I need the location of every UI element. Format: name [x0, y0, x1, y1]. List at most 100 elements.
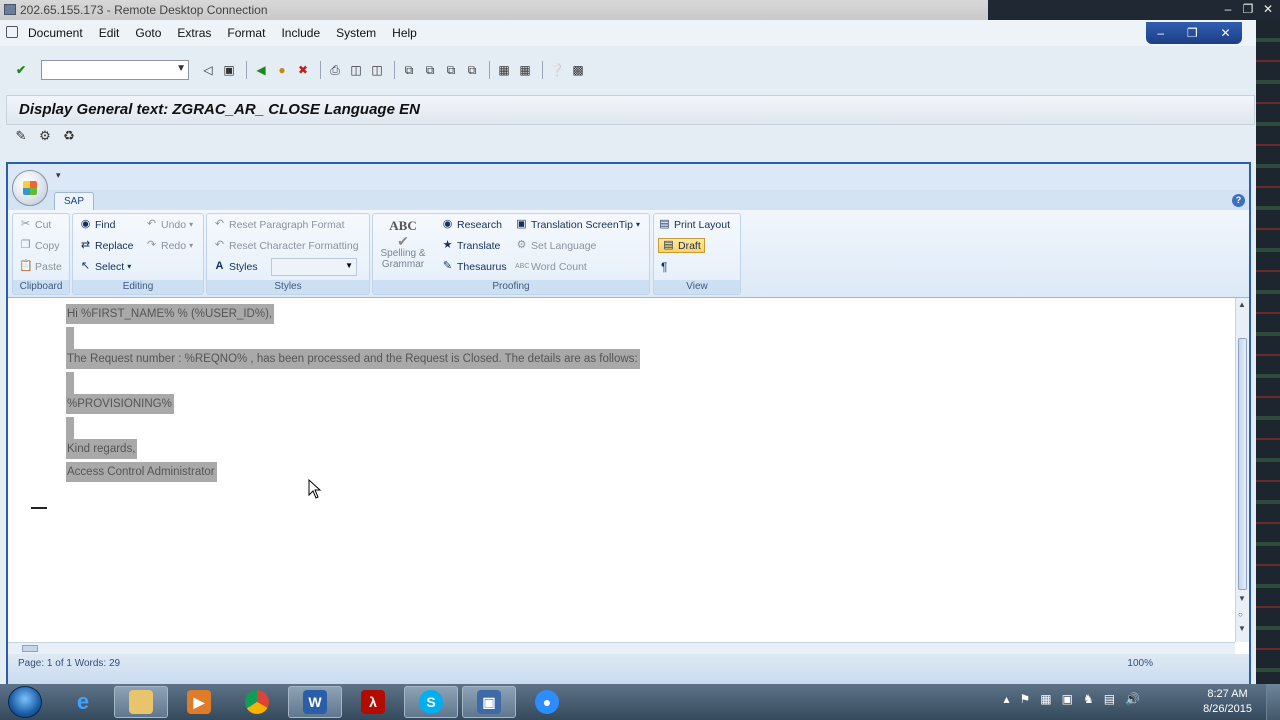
taskbar-explorer[interactable] [114, 686, 168, 718]
first-page-icon[interactable]: ⧉ [400, 61, 418, 79]
menu-document[interactable]: Document [28, 26, 83, 40]
draft-label: Draft [678, 239, 701, 252]
usb-icon[interactable]: ♞ [1083, 692, 1094, 706]
translate-button[interactable]: ★ Translate [441, 239, 501, 252]
office-button-icon[interactable] [12, 170, 48, 206]
redo-button[interactable]: ↷ Redo ▾ [145, 239, 193, 252]
taskbar-clock[interactable]: 8:27 AM 8/26/2015 [1203, 687, 1252, 717]
draft-button[interactable]: ▤ Draft [658, 238, 705, 253]
sap-restore-icon[interactable]: ❐ [1187, 26, 1198, 40]
document-line[interactable]: The Request number : %REQNO% , has been … [66, 349, 640, 369]
start-button-icon[interactable] [8, 686, 42, 718]
chevron-down-icon[interactable]: ▼ [176, 63, 186, 74]
set-language-button[interactable]: ⚙ Set Language [515, 239, 597, 252]
show-desktop-button[interactable] [1266, 684, 1280, 720]
exit-icon[interactable]: ● [273, 61, 291, 79]
document-line[interactable]: %PROVISIONING% [66, 394, 174, 414]
find-next-icon[interactable]: ◫ [368, 61, 386, 79]
copy-button[interactable]: ❐ Copy [19, 239, 60, 252]
spelling-abc-icon: ABC [389, 218, 417, 233]
taskbar-ie[interactable]: e [56, 686, 110, 718]
translation-screentip-button[interactable]: ▣ Translation ScreenTip ▾ [515, 218, 640, 231]
find-icon[interactable]: ◫ [347, 61, 365, 79]
edit-pencil-icon[interactable]: ✎ [12, 128, 30, 146]
enter-check-icon[interactable]: ✔ [12, 61, 30, 79]
display-change-icon[interactable]: ⚙ [36, 128, 54, 146]
rdp-restore-icon[interactable]: ❐ [1240, 1, 1256, 17]
taskbar-chrome[interactable] [230, 686, 284, 718]
back-green-icon[interactable]: ◀ [252, 61, 270, 79]
tab-sap[interactable]: SAP [54, 192, 94, 212]
reset-character-button[interactable]: ↶ Reset Character Formatting [213, 239, 359, 252]
menu-system[interactable]: System [336, 26, 376, 40]
windows-icon[interactable]: ▦ [1040, 692, 1051, 706]
horizontal-scrollbar[interactable] [8, 642, 1235, 654]
thesaurus-button[interactable]: ✎ Thesaurus [441, 260, 507, 273]
previous-page-icon[interactable]: ⧉ [421, 61, 439, 79]
cancel-icon[interactable]: ✖ [294, 61, 312, 79]
paste-button[interactable]: 📋 Paste [19, 260, 62, 273]
rdp-minimize-icon[interactable]: – [1220, 1, 1236, 17]
zoom-level[interactable]: 100% [1127, 658, 1153, 669]
document-line[interactable]: Hi %FIRST_NAME% % (%USER_ID%), [66, 304, 275, 324]
rdp-close-icon[interactable]: ✕ [1260, 1, 1276, 17]
show-formatting-button[interactable]: ¶ [661, 260, 667, 274]
network-icon[interactable]: ▤ [1104, 692, 1115, 706]
menu-goto[interactable]: Goto [135, 26, 161, 40]
find-button[interactable]: ◉ Find [79, 218, 116, 231]
menu-format[interactable]: Format [227, 26, 265, 40]
hscroll-thumb[interactable] [22, 645, 38, 652]
next-page-icon[interactable]: ⧉ [442, 61, 460, 79]
select-button[interactable]: ↖ Select ▾ [79, 260, 131, 273]
spelling-grammar-button[interactable]: ABC ✔ Spelling & Grammar [379, 218, 427, 270]
document-area[interactable]: Hi %FIRST_NAME% % (%USER_ID%), The Reque… [8, 298, 1235, 642]
word-count-button[interactable]: ABC Word Count [515, 260, 587, 273]
remote-desktop-titlebar: 202.65.155.173 - Remote Desktop Connecti… [0, 0, 1280, 20]
previous-page-icon[interactable]: ○ [1238, 610, 1243, 619]
layout-menu-icon[interactable]: ▩ [569, 61, 587, 79]
print-icon[interactable]: ⎙ [326, 61, 344, 79]
menu-edit[interactable]: Edit [99, 26, 120, 40]
menu-help[interactable]: Help [392, 26, 417, 40]
command-field[interactable]: ▼ [41, 60, 189, 80]
new-session-icon[interactable]: ▦ [495, 61, 513, 79]
vertical-scrollbar[interactable]: ▲ ▼ ○ ▼ [1235, 298, 1249, 642]
taskbar-remote-desktop[interactable]: ▣ [462, 686, 516, 718]
ribbon-help-icon[interactable]: ? [1232, 194, 1245, 207]
replace-button[interactable]: ⇄ Replace [79, 239, 134, 252]
menu-extras[interactable]: Extras [177, 26, 211, 40]
taskbar-word[interactable]: W [288, 686, 342, 718]
print-layout-button[interactable]: ▤ Print Layout [658, 218, 730, 231]
save-icon[interactable]: ▣ [220, 61, 238, 79]
action-center-icon[interactable]: ⚑ [1019, 692, 1030, 706]
undo-button[interactable]: ↶ Undo ▾ [145, 218, 193, 231]
styles-button[interactable]: A Styles [213, 260, 258, 273]
system-menu-icon[interactable] [6, 26, 18, 38]
scroll-up-icon[interactable]: ▲ [1238, 300, 1246, 309]
other-text-icon[interactable]: ♻ [60, 128, 78, 146]
taskbar-skype[interactable]: S [404, 686, 458, 718]
menu-include[interactable]: Include [281, 26, 320, 40]
shortcut-icon[interactable]: ▦ [516, 61, 534, 79]
next-page-icon[interactable]: ▼ [1238, 624, 1246, 633]
sap-minimize-icon[interactable]: – [1157, 26, 1164, 40]
volume-icon[interactable]: 🔊 [1125, 692, 1140, 706]
last-page-icon[interactable]: ⧉ [463, 61, 481, 79]
scroll-thumb[interactable] [1238, 338, 1247, 590]
customize-qat-icon[interactable]: ▾ [56, 170, 61, 181]
back-arrow-icon[interactable]: ◁ [199, 61, 217, 79]
help-icon[interactable]: ❔ [548, 61, 566, 79]
taskbar-acrobat[interactable]: λ [346, 686, 400, 718]
styles-dropdown[interactable]: ▼ [271, 258, 357, 276]
tray-expand-icon[interactable]: ▴ [1003, 692, 1009, 706]
reset-paragraph-button[interactable]: ↶ Reset Paragraph Format [213, 218, 345, 231]
scroll-down-icon[interactable]: ▼ [1238, 594, 1246, 603]
monitor-icon[interactable]: ▣ [1062, 692, 1073, 706]
taskbar-media[interactable]: ▶ [172, 686, 226, 718]
research-button[interactable]: ◉ Research [441, 218, 502, 231]
document-line[interactable]: Access Control Administrator [66, 462, 217, 482]
sap-close-icon[interactable]: ✕ [1221, 26, 1231, 40]
cut-button[interactable]: ✂ Cut [19, 218, 51, 231]
taskbar-zoom[interactable]: ● [520, 686, 574, 718]
document-line[interactable]: Kind regards, [66, 439, 138, 459]
